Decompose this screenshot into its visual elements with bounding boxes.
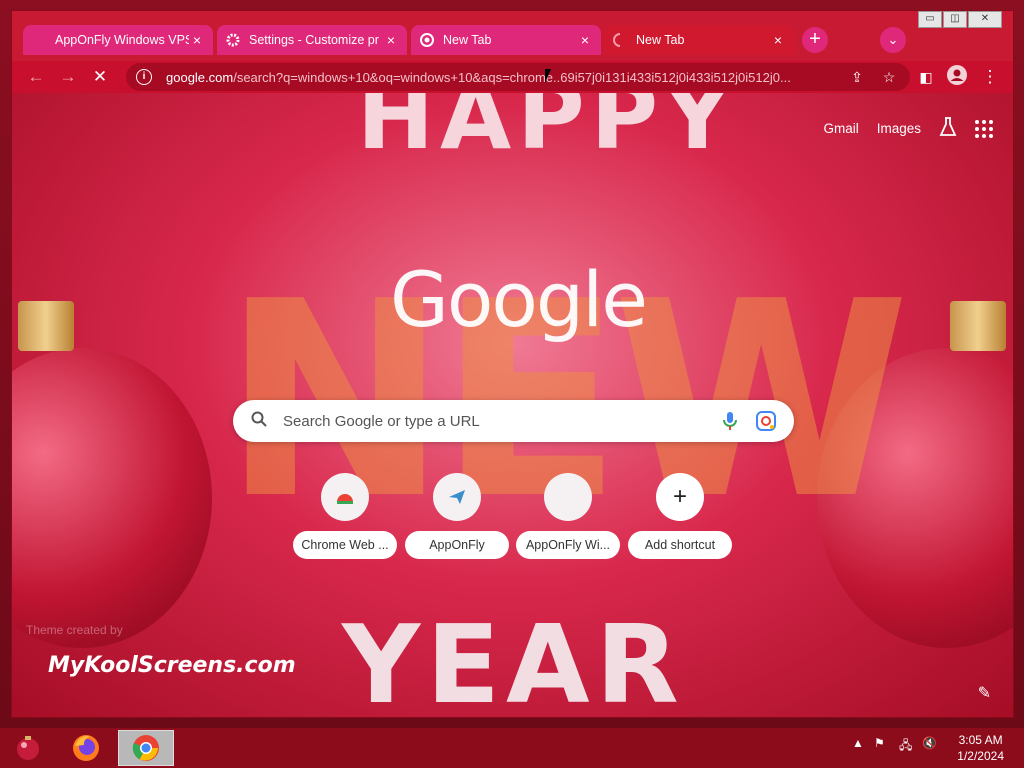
address-bar[interactable]: i google.com/search?q=windows+10&oq=wind…	[126, 63, 910, 91]
browser-toolbar: ← → ✕ i google.com/search?q=windows+10&o…	[12, 61, 1013, 93]
google-lens-icon[interactable]	[754, 409, 778, 433]
year-decor-text: YEAR	[342, 603, 685, 718]
tab-settings[interactable]: Settings - Customize pr ×	[217, 25, 407, 55]
close-tab-icon[interactable]: ×	[770, 32, 786, 48]
taskbar: ▲ ⚑ 🖧 🔇 3:05 AM 1/2/2024	[0, 728, 1024, 768]
forward-button[interactable]: →	[56, 65, 80, 89]
mouse-cursor	[545, 69, 557, 83]
search-input[interactable]	[283, 412, 708, 430]
customize-pencil-icon[interactable]: ✎	[978, 683, 991, 703]
profile-avatar[interactable]	[945, 65, 969, 89]
paper-plane-icon	[433, 473, 481, 521]
gmail-link[interactable]: Gmail	[823, 121, 858, 136]
theme-credit[interactable]: Theme created by	[26, 623, 123, 637]
shortcut-label: AppOnFly	[405, 531, 509, 559]
new-tab-button[interactable]: +	[802, 27, 828, 53]
tab-title: Settings - Customize pr	[249, 33, 379, 47]
tab-title: New Tab	[636, 33, 685, 47]
clock-date: 1/2/2024	[957, 749, 1004, 763]
taskbar-clock[interactable]: 3:05 AM 1/2/2024	[957, 732, 1004, 764]
firefox-taskbar-icon[interactable]	[58, 730, 114, 766]
google-apps-grid-icon[interactable]	[975, 119, 993, 138]
tab-apponfly-windows-vps[interactable]: AppOnFly Windows VPS ×	[23, 25, 213, 55]
minimize-button[interactable]: ▭	[918, 11, 942, 28]
bookmark-star-icon[interactable]: ☆	[878, 69, 900, 86]
chrome-web-store-icon	[321, 473, 369, 521]
ornament-cap-right-image	[950, 301, 1006, 351]
images-link[interactable]: Images	[877, 121, 921, 136]
ornament-cap-left-image	[18, 301, 74, 351]
search-icon	[251, 411, 269, 432]
tab-title: AppOnFly Windows VPS	[55, 33, 189, 47]
shortcut-label: AppOnFly Wi...	[516, 531, 620, 559]
tab-new-tab-active[interactable]: New Tab ×	[604, 25, 794, 55]
tab-title: New Tab	[443, 33, 492, 47]
shortcut-apponfly-windows[interactable]: AppOnFly Wi...	[516, 473, 620, 564]
ntp-search-box[interactable]	[233, 400, 794, 442]
volume-muted-icon[interactable]: 🔇	[922, 736, 937, 750]
clock-time: 3:05 AM	[958, 733, 1003, 747]
tab-strip: AppOnFly Windows VPS × Settings - Custom…	[12, 11, 1013, 61]
ornament-left-image	[12, 348, 212, 648]
shortcut-chrome-web-store[interactable]: Chrome Web ...	[293, 473, 397, 564]
watermark-text: MyKoolScreens.com	[48, 653, 296, 678]
address-url[interactable]: google.com/search?q=windows+10&oq=window…	[166, 70, 836, 85]
gear-icon	[225, 32, 241, 48]
menu-kebab-icon[interactable]: ⋮	[978, 65, 1002, 89]
chrome-taskbar-icon[interactable]	[118, 730, 174, 766]
close-tab-icon[interactable]: ×	[383, 32, 399, 48]
ntp-top-nav: Gmail Images	[823, 117, 993, 140]
tab-new-tab-1[interactable]: New Tab ×	[411, 25, 601, 55]
back-button[interactable]: ←	[24, 65, 48, 89]
flag-icon[interactable]: ⚑	[874, 736, 885, 750]
site-info-icon[interactable]: i	[136, 69, 152, 85]
chrome-icon	[419, 32, 435, 48]
close-tab-icon[interactable]: ×	[577, 32, 593, 48]
maximize-button[interactable]: ◫	[943, 11, 967, 28]
tab-search-button[interactable]: ⌄	[880, 27, 906, 53]
stop-loading-button[interactable]: ✕	[88, 65, 112, 89]
close-window-button[interactable]: ✕	[968, 11, 1002, 28]
browser-window: AppOnFly Windows VPS × Settings - Custom…	[11, 10, 1014, 718]
show-hidden-icons-chevron[interactable]: ▲	[852, 736, 864, 750]
loading-spinner-icon	[612, 32, 628, 48]
blank-site-icon	[544, 473, 592, 521]
shortcut-apponfly[interactable]: AppOnFly	[405, 473, 509, 564]
happy-decor-text: HAPPY	[357, 93, 737, 170]
start-button[interactable]	[0, 730, 56, 766]
network-icon[interactable]: 🖧	[899, 736, 912, 757]
pink-square-icon	[31, 32, 47, 48]
shortcut-label: Add shortcut	[628, 531, 732, 559]
shortcut-add[interactable]: + Add shortcut	[628, 473, 732, 564]
google-logo: Google	[389, 255, 648, 344]
side-panel-icon[interactable]: ◧	[914, 65, 938, 89]
close-tab-icon[interactable]: ×	[189, 32, 205, 48]
shortcut-label: Chrome Web ...	[293, 531, 397, 559]
labs-flask-icon[interactable]	[939, 117, 957, 140]
microphone-icon[interactable]	[718, 409, 742, 433]
plus-icon: +	[656, 473, 704, 521]
new-tab-page: HAPPY NEW YEAR Gmail Images Google	[12, 93, 1013, 718]
share-icon[interactable]: ⇪	[846, 69, 868, 86]
